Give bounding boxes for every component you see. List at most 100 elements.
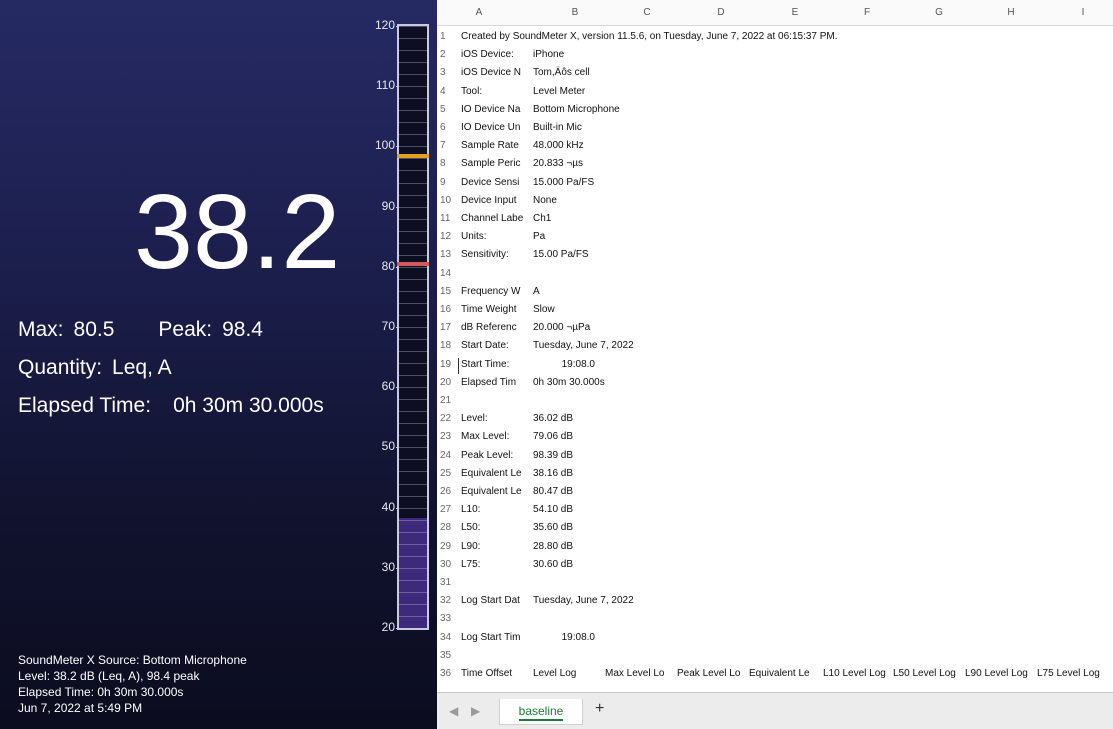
row-number[interactable]: 2 (440, 46, 456, 64)
cell-b[interactable]: 0h 30m 30.000s (533, 374, 653, 392)
cell-a[interactable]: Elapsed Tim (461, 374, 533, 392)
cell-b[interactable]: 19:08.0 (533, 629, 595, 647)
row-number[interactable]: 14 (440, 265, 456, 283)
row-number[interactable]: 12 (440, 228, 456, 246)
cell-b[interactable]: A (533, 283, 653, 301)
cell-a[interactable]: dB Referenc (461, 319, 533, 337)
sheet-tab-baseline[interactable]: baseline (499, 699, 583, 725)
row-number[interactable]: 17 (440, 319, 456, 337)
row-number[interactable]: 5 (440, 101, 456, 119)
log-column-header[interactable]: L90 Level Log (965, 665, 1037, 683)
row-number[interactable]: 25 (440, 465, 456, 483)
cell-b[interactable]: 28.80 dB (533, 538, 653, 556)
cell-a[interactable]: L10: (461, 501, 533, 519)
row-number[interactable]: 8 (440, 155, 456, 173)
spreadsheet[interactable]: A B C D E F G H I 1 Created by SoundMeter X, vers… (437, 0, 1113, 729)
cell-a[interactable]: Frequency W (461, 283, 533, 301)
cell-a[interactable]: Sensitivity: (461, 246, 533, 264)
cell-b[interactable]: iPhone (533, 46, 653, 64)
row-number[interactable]: 4 (440, 83, 456, 101)
column-header-e[interactable]: E (785, 7, 805, 18)
log-column-header[interactable]: Max Level Lo (605, 665, 677, 683)
log-column-header[interactable]: Equivalent Le (749, 665, 823, 683)
cell-a[interactable]: Time Weight (461, 301, 533, 319)
row-number[interactable]: 13 (440, 246, 456, 264)
log-column-header[interactable]: Peak Level Lo (677, 665, 749, 683)
cell-b[interactable]: 20.000 ¬µPa (533, 319, 653, 337)
cell-a[interactable]: Max Level: (461, 428, 533, 446)
cell-a[interactable]: iOS Device N (461, 64, 533, 82)
cell-b[interactable]: 36.02 dB (533, 410, 653, 428)
add-sheet-button[interactable]: + (595, 700, 604, 718)
cell-b[interactable]: 19:08.0 (533, 356, 595, 374)
next-sheet-arrow-icon[interactable]: ▶ (471, 704, 480, 718)
row-number[interactable]: 15 (440, 283, 456, 301)
cell-b[interactable]: 48.000 kHz (533, 137, 653, 155)
row-number[interactable]: 18 (440, 337, 456, 355)
cell-a[interactable]: Device Sensi (461, 174, 533, 192)
column-header-a[interactable]: A (469, 7, 489, 18)
cell-a[interactable]: Units: (461, 228, 533, 246)
cell-b[interactable]: Bottom Microphone (533, 101, 653, 119)
cell-a[interactable]: Log Start Tim (461, 629, 533, 647)
cell-b[interactable]: Built-in Mic (533, 119, 653, 137)
row-number[interactable]: 35 (440, 647, 456, 665)
cell-a[interactable]: Created by SoundMeter X, version 11.5.6,… (461, 28, 1101, 46)
row-number[interactable]: 26 (440, 483, 456, 501)
row-number[interactable]: 16 (440, 301, 456, 319)
row-number[interactable]: 10 (440, 192, 456, 210)
log-column-header[interactable]: L75 Level Log (1037, 665, 1109, 683)
row-number[interactable]: 34 (440, 629, 456, 647)
cell-a[interactable]: Level: (461, 410, 533, 428)
cell-b[interactable]: 98.39 dB (533, 447, 653, 465)
log-column-header[interactable]: Level Log (533, 665, 605, 683)
cell-b[interactable]: Pa (533, 228, 653, 246)
row-number[interactable]: 36 (440, 665, 456, 683)
cell-a[interactable]: Equivalent Le (461, 483, 533, 501)
row-number[interactable]: 20 (440, 374, 456, 392)
row-number[interactable]: 23 (440, 428, 456, 446)
column-header-d[interactable]: D (711, 7, 731, 18)
row-number[interactable]: 1 (440, 28, 456, 46)
cell-a[interactable]: Start Time: (461, 356, 533, 374)
log-column-header[interactable]: L10 Level Log (823, 665, 893, 683)
row-number[interactable]: 19 (440, 356, 456, 374)
cell-b[interactable]: None (533, 192, 653, 210)
column-header-g[interactable]: G (929, 7, 949, 18)
cell-b[interactable]: Tuesday, June 7, 2022 (533, 337, 1093, 355)
log-column-header[interactable]: L50 Level Log (893, 665, 965, 683)
cell-b[interactable]: 80.47 dB (533, 483, 653, 501)
cell-a[interactable]: Device Input (461, 192, 533, 210)
row-number[interactable]: 7 (440, 137, 456, 155)
cell-a[interactable]: iOS Device: (461, 46, 533, 64)
cell-b[interactable]: 38.16 dB (533, 465, 653, 483)
row-number[interactable]: 29 (440, 538, 456, 556)
cell-b[interactable]: Ch1 (533, 210, 653, 228)
row-number[interactable]: 27 (440, 501, 456, 519)
row-number[interactable]: 28 (440, 519, 456, 537)
column-header-c[interactable]: C (637, 7, 657, 18)
cell-a[interactable]: IO Device Na (461, 101, 533, 119)
cell-b[interactable]: Slow (533, 301, 653, 319)
row-number[interactable]: 9 (440, 174, 456, 192)
row-number[interactable]: 32 (440, 592, 456, 610)
cell-a[interactable]: L50: (461, 519, 533, 537)
cell-b[interactable]: 15.00 Pa/FS (533, 246, 653, 264)
cell-a[interactable]: Peak Level: (461, 447, 533, 465)
cell-a[interactable]: Equivalent Le (461, 465, 533, 483)
cell-a[interactable]: L90: (461, 538, 533, 556)
cell-b[interactable]: Tom,Äôs cell (533, 64, 653, 82)
column-header-b[interactable]: B (565, 7, 585, 18)
row-number[interactable]: 31 (440, 574, 456, 592)
column-header-h[interactable]: H (1001, 7, 1021, 18)
log-column-header[interactable]: Time Offset (461, 665, 533, 683)
cell-b[interactable]: 35.60 dB (533, 519, 653, 537)
cell-b[interactable]: 79.06 dB (533, 428, 653, 446)
row-number[interactable]: 24 (440, 447, 456, 465)
cell-a[interactable]: IO Device Un (461, 119, 533, 137)
row-number[interactable]: 33 (440, 610, 456, 628)
row-number[interactable]: 21 (440, 392, 456, 410)
cell-b[interactable]: 54.10 dB (533, 501, 653, 519)
column-header-f[interactable]: F (857, 7, 877, 18)
cell-b[interactable]: Tuesday, June 7, 2022 (533, 592, 1093, 610)
